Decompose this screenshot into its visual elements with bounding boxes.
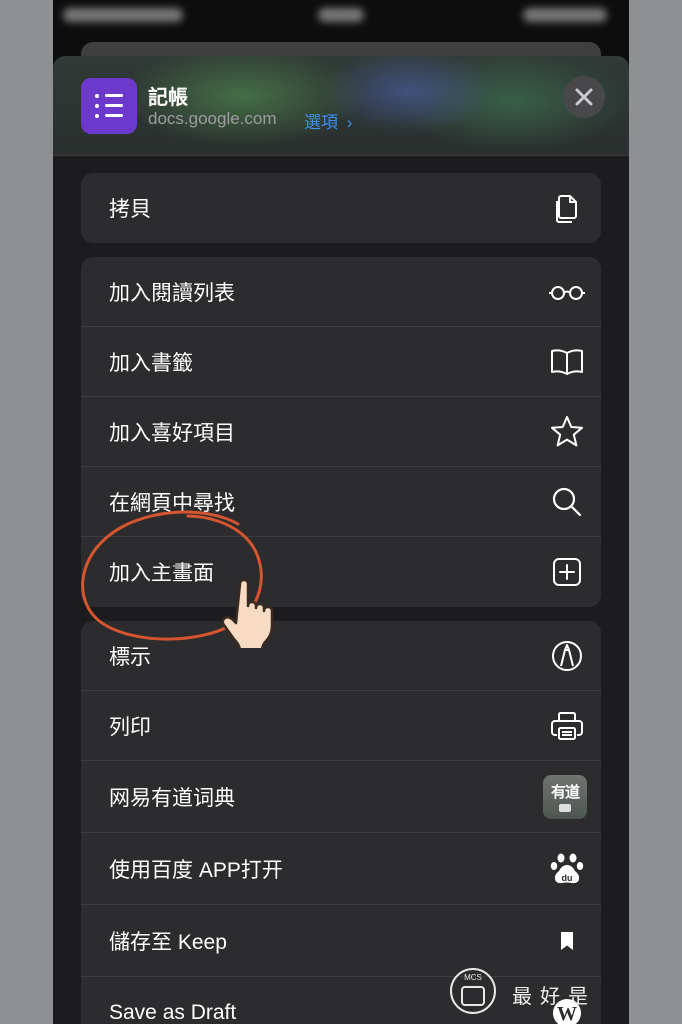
watermark-logo-text: MCS [464,973,482,982]
action-label: 网易有道词典 [109,786,235,810]
printer-icon [547,706,587,746]
svg-text:du: du [562,873,573,883]
action-youdao-dictionary[interactable]: 网易有道词典 有道 [81,761,601,833]
action-open-in-baidu[interactable]: 使用百度 APP打开 du [81,833,601,905]
action-add-favorite[interactable]: 加入喜好項目 [81,397,601,467]
phone-screen: 記帳 docs.google.com 選項 › 拷貝 加入閱讀列表 加入書籤 加… [53,0,629,1024]
youdao-app-icon: 有道 [543,774,587,819]
markup-pen-icon [547,636,587,676]
action-print[interactable]: 列印 [81,691,601,761]
close-icon [575,88,593,106]
options-link[interactable]: 選項 › [304,108,352,133]
action-add-reading-list[interactable]: 加入閱讀列表 [81,257,601,327]
share-sheet: 記帳 docs.google.com 選項 › 拷貝 加入閱讀列表 加入書籤 加… [53,56,629,1024]
share-sheet-header: 記帳 docs.google.com 選項 › [53,56,629,156]
action-label: 儲存至 Keep [109,930,227,954]
page-title: 記帳 [148,87,188,109]
action-label: 標示 [109,645,151,669]
copy-icon [547,188,587,228]
google-forms-list-icon [81,78,137,134]
action-label: 加入書籤 [109,351,193,375]
search-icon [547,482,587,522]
page-domain: docs.google.com [148,109,277,128]
action-group-apps: 標示 列印 网易有道词典 有道 使用百度 APP打开 du 儲存至 Keep S… [81,621,601,1024]
youdao-icon-text: 有道 [550,783,580,801]
action-save-to-keep[interactable]: 儲存至 Keep [81,905,601,977]
watermark: MCS 最好是 [450,968,682,1024]
chevron-right-icon: › [346,113,353,132]
action-group-page: 加入閱讀列表 加入書籤 加入喜好項目 在網頁中尋找 加入主畫面 [81,257,601,607]
action-copy[interactable]: 拷貝 [81,173,601,243]
options-label: 選項 [304,113,338,132]
status-bar [53,0,629,34]
action-label: 列印 [109,715,151,739]
action-label: 加入閱讀列表 [109,281,235,305]
watermark-logo: MCS [450,968,496,1014]
action-label: 加入喜好項目 [109,421,235,445]
action-find-in-page[interactable]: 在網頁中尋找 [81,467,601,537]
action-add-to-home-screen[interactable]: 加入主畫面 [81,537,601,607]
action-label: 拷貝 [109,198,151,221]
action-label: Save as Draft [109,1001,237,1024]
watermark-text: 最好是 [512,984,596,1008]
action-label: 加入主畫面 [109,562,214,585]
bookmark-icon [547,921,587,961]
star-icon [547,412,587,452]
pointing-hand-icon [222,578,274,648]
close-button[interactable] [563,76,605,118]
action-label: 使用百度 APP打开 [109,858,283,882]
book-icon [547,342,587,382]
baidu-paw-icon: du [547,849,587,889]
add-square-icon [547,552,587,592]
action-label: 在網頁中尋找 [109,491,235,515]
action-markup[interactable]: 標示 [81,621,601,691]
action-add-bookmark[interactable]: 加入書籤 [81,327,601,397]
glasses-icon [547,272,587,312]
action-group-copy: 拷貝 [81,173,601,243]
